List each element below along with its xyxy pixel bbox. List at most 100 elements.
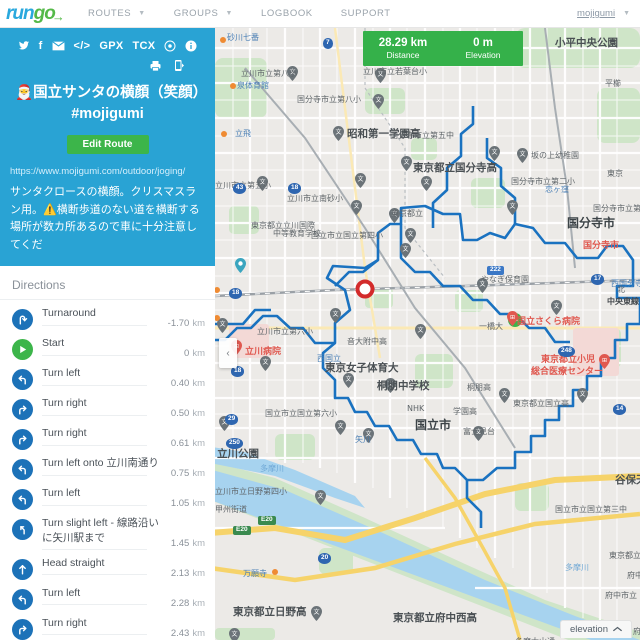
list-item[interactable]: Turn right 2.43 km — [0, 610, 215, 640]
svg-text:文: 文 — [365, 430, 371, 438]
nav-item-logbook-label: LOGBOOK — [261, 8, 313, 19]
list-item[interactable]: Head straight 2.13 km — [0, 550, 215, 580]
stat-elevation-value: 0 m — [473, 37, 493, 49]
svg-text:文: 文 — [345, 375, 351, 383]
target-icon[interactable] — [164, 38, 176, 53]
mobile-icon[interactable] — [173, 58, 185, 73]
divider — [42, 444, 147, 446]
chevron-down-icon: ▼ — [138, 10, 146, 17]
start-icon — [12, 339, 33, 361]
gpx-download-link[interactable]: GPX — [99, 38, 123, 53]
nav-item-groups[interactable]: GROUPS ▼ — [174, 8, 233, 19]
direction-distance-value: 0.40 — [170, 378, 190, 390]
svg-text:文: 文 — [337, 422, 343, 430]
direction-distance-unit: km — [192, 378, 205, 390]
direction-distance: 2.28 km — [159, 598, 205, 610]
list-item[interactable]: Turn right 0.50 km — [0, 390, 215, 421]
divider — [42, 324, 147, 326]
divider — [42, 474, 147, 476]
divider — [42, 354, 147, 356]
user-menu-name[interactable]: mojigumi — [577, 8, 615, 19]
svg-text:文: 文 — [475, 428, 481, 436]
print-icon[interactable] — [149, 58, 162, 73]
nav-item-groups-label: GROUPS — [173, 8, 219, 19]
route-stats-overlay: 28.29 km Distance 0 m Elevation — [363, 31, 523, 67]
svg-text:文: 文 — [219, 320, 225, 328]
list-item[interactable]: Turn left 2.28 km — [0, 580, 215, 610]
edit-route-button-wrap: Edit Route — [10, 134, 205, 155]
direction-distance-unit: km — [192, 627, 205, 639]
collapse-sidebar-button[interactable]: ‹ — [219, 338, 237, 368]
list-item[interactable]: Turn left onto 立川南通り 0.75 km — [0, 450, 215, 481]
direction-distance-unit: km — [192, 498, 205, 510]
chevron-up-icon — [613, 625, 622, 634]
road-shield: 18 — [288, 183, 302, 194]
svg-text:文: 文 — [403, 158, 409, 166]
direction-distance: 1.05 km — [159, 498, 205, 510]
direction-distance-unit: km — [192, 408, 205, 420]
route-sidebar: f </> GPX TCX 🎅国立サンタの横顔（笑顔）#mojigumi Edi… — [0, 28, 215, 640]
list-item[interactable]: Turn slight left - 線路沿いに矢川駅まで 1.45 km — [0, 510, 215, 550]
direction-distance-value: 2.43 — [170, 627, 190, 639]
road-shield: 248 — [558, 346, 575, 357]
nav-item-support-label: SUPPORT — [340, 8, 391, 19]
turn-right-icon — [12, 429, 33, 451]
direction-distance: 2.43 km — [159, 628, 205, 640]
turn-right-icon — [12, 399, 33, 421]
nav-item-logbook[interactable]: LOGBOOK — [261, 8, 313, 19]
svg-text:文: 文 — [491, 148, 497, 156]
svg-text:文: 文 — [313, 608, 319, 616]
svg-text:文: 文 — [353, 202, 359, 210]
direction-distance-value: 0.61 — [170, 438, 190, 450]
direction-distance-unit: km — [192, 597, 205, 609]
divider — [42, 384, 147, 386]
stat-distance-value: 28.29 km — [378, 37, 428, 49]
share-icons-row-primary: f </> GPX TCX — [10, 36, 205, 53]
direction-distance: 0.75 km — [159, 468, 205, 480]
direction-label: Turn slight left - 線路沿いに矢川駅まで — [42, 517, 159, 544]
map-canvas[interactable]: 文 文 文 文 文 文 文 文 文 文 文 文 文 文 文 文 文 文 文 文 … — [215, 28, 640, 640]
embed-code-icon[interactable]: </> — [74, 38, 91, 53]
list-item[interactable]: Turn left 1.05 km — [0, 480, 215, 511]
route-description: サンタクロースの横顔。クリスマスラン用。⚠️横断歩道のない道を横断する場所が数カ… — [10, 186, 200, 251]
direction-distance-value: 1.45 — [170, 537, 190, 549]
nav-item-support[interactable]: SUPPORT — [341, 8, 391, 19]
list-item[interactable]: Turn left 0.40 km — [0, 360, 215, 391]
road-shield: 222 — [487, 266, 504, 275]
direction-distance: 0 km — [159, 348, 205, 360]
facebook-icon[interactable]: f — [39, 38, 43, 53]
svg-text:文: 文 — [317, 492, 323, 500]
edit-route-button[interactable]: Edit Route — [66, 135, 149, 155]
svg-text:文: 文 — [479, 280, 485, 288]
divider — [42, 573, 147, 575]
svg-text:⊞: ⊞ — [602, 357, 607, 364]
share-icons-row-secondary — [10, 53, 205, 73]
list-item[interactable]: Turn right 0.61 km — [0, 420, 215, 451]
elevation-toggle-label: elevation — [569, 624, 608, 635]
direction-distance-value: 0.75 — [170, 468, 190, 480]
user-menu[interactable]: mojigumi ▼ — [577, 8, 630, 19]
list-item[interactable]: Start 0 km — [0, 330, 215, 361]
road-shield: E20 — [258, 516, 276, 525]
rungo-logo[interactable]: run go → — [6, 3, 65, 25]
nav-item-routes[interactable]: ROUTES ▼ — [88, 8, 146, 19]
route-url-link[interactable]: https://www.mojigumi.com/outdoor/joging/ — [10, 166, 205, 177]
info-icon[interactable] — [185, 38, 197, 53]
elevation-toggle-button[interactable]: elevation — [559, 620, 632, 638]
svg-text:文: 文 — [262, 358, 268, 366]
direction-label: Turn right — [42, 427, 87, 440]
svg-text:文: 文 — [357, 175, 363, 183]
directions-header: Directions — [0, 266, 215, 301]
svg-text:文: 文 — [402, 245, 408, 253]
svg-text:文: 文 — [423, 178, 429, 186]
direction-label: Start — [42, 337, 65, 350]
road-shield: 20 — [318, 553, 332, 564]
tcx-download-link[interactable]: TCX — [133, 38, 156, 53]
list-item[interactable]: Turnaround -1.70 km — [0, 300, 215, 331]
email-icon[interactable] — [51, 38, 65, 53]
divider — [42, 504, 147, 506]
twitter-icon[interactable] — [18, 38, 30, 53]
road-shield: 7 — [323, 38, 333, 49]
road-shield: 18 — [229, 288, 243, 299]
divider — [42, 603, 147, 605]
